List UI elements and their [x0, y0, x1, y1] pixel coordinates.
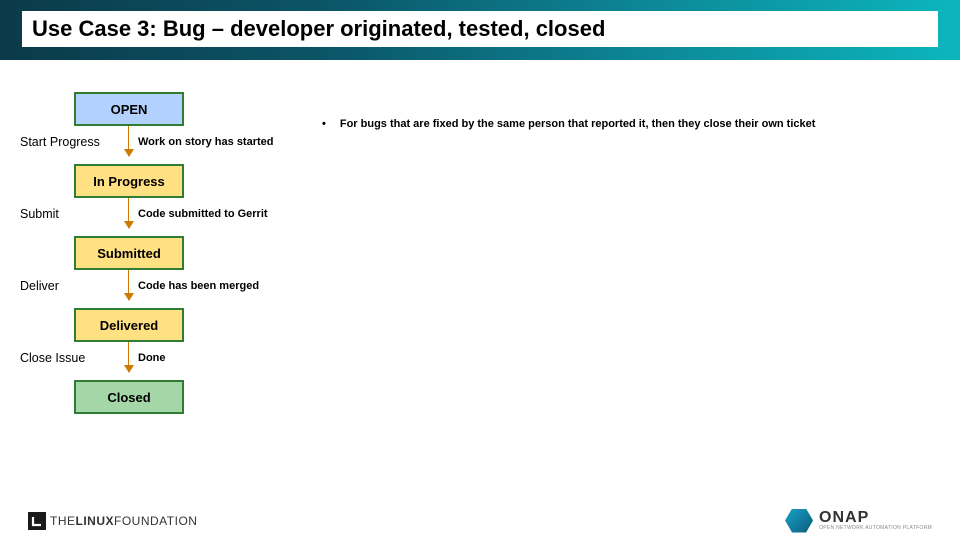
note-text: For bugs that are fixed by the same pers…	[340, 118, 816, 130]
action-submit: Submit	[20, 207, 59, 221]
arrow	[128, 198, 129, 228]
state-closed: Closed	[74, 380, 184, 414]
lf-text: THELINUXFOUNDATION	[50, 514, 197, 528]
action-close-issue: Close Issue	[20, 351, 85, 365]
arrow	[128, 342, 129, 372]
arrow	[128, 270, 129, 300]
arrow	[128, 126, 129, 156]
desc-deliver: Code has been merged	[138, 280, 259, 292]
title-bar: Use Case 3: Bug – developer originated, …	[0, 0, 960, 60]
footer: THELINUXFOUNDATION ONAP OPEN NETWORK AUT…	[0, 500, 960, 540]
action-start-progress: Start Progress	[20, 135, 100, 149]
state-delivered: Delivered	[74, 308, 184, 342]
onap-sub-text: OPEN NETWORK AUTOMATION PLATFORM	[819, 526, 932, 531]
page-title: Use Case 3: Bug – developer originated, …	[22, 11, 938, 47]
linux-foundation-logo: THELINUXFOUNDATION	[28, 512, 197, 530]
note-bullet: • For bugs that are fixed by the same pe…	[322, 118, 815, 130]
state-in-progress: In Progress	[74, 164, 184, 198]
onap-logo: ONAP OPEN NETWORK AUTOMATION PLATFORM	[785, 509, 932, 533]
onap-main-text: ONAP	[819, 510, 932, 526]
state-submitted: Submitted	[74, 236, 184, 270]
diagram-area: OPEN Start Progress Work on story has st…	[0, 70, 960, 500]
state-open: OPEN	[74, 92, 184, 126]
lf-badge-icon	[28, 512, 46, 530]
desc-submit: Code submitted to Gerrit	[138, 208, 268, 220]
action-deliver: Deliver	[20, 279, 59, 293]
desc-start-progress: Work on story has started	[138, 136, 274, 148]
desc-close-issue: Done	[138, 352, 166, 364]
onap-mark-icon	[785, 509, 813, 533]
bullet-icon: •	[322, 118, 326, 130]
